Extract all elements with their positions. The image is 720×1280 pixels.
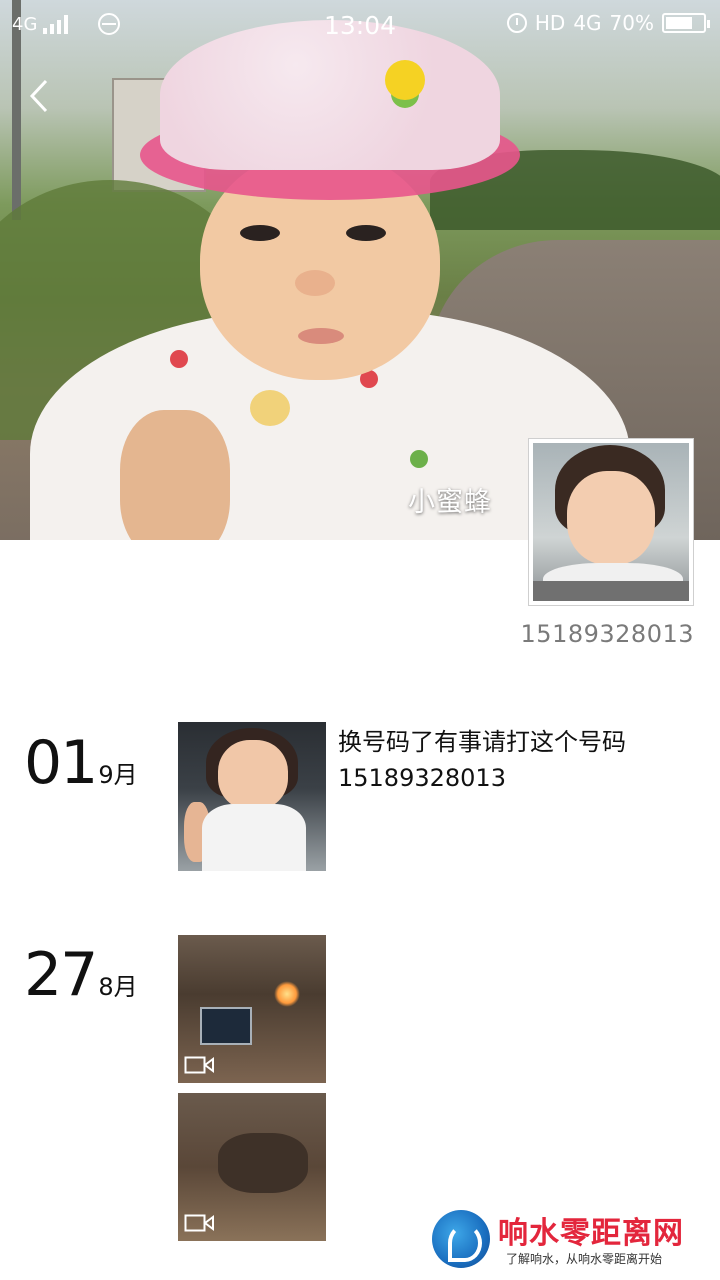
watermark-logo-icon	[432, 1210, 490, 1268]
post-video[interactable]	[178, 1093, 326, 1241]
post-day: 01	[24, 728, 98, 798]
post-text[interactable]: 换号码了有事请打这个号码15189328013	[338, 724, 698, 796]
post-day: 27	[24, 940, 98, 1010]
post-video[interactable]	[178, 935, 326, 1083]
hd-label: HD	[534, 11, 566, 35]
hand	[120, 410, 230, 540]
chevron-left-icon	[29, 79, 48, 113]
post-month: 9月	[98, 761, 138, 789]
video-camera-icon	[184, 1214, 214, 1232]
baby-figure	[30, 20, 630, 540]
back-button[interactable]	[24, 78, 58, 114]
watermark-title: 响水零距离网	[498, 1216, 684, 1251]
battery-percent: 70%	[609, 11, 654, 35]
post-date: 01 9月	[24, 728, 138, 798]
network-type-right: 4G	[573, 11, 602, 35]
post-photo[interactable]	[178, 722, 326, 871]
post-month: 8月	[98, 973, 138, 1001]
status-bar: 4G 13:04 HD 4G 70%	[0, 0, 720, 50]
hat-flower	[385, 60, 425, 100]
post-date: 27 8月	[24, 940, 138, 1010]
profile-name: 小蜜蜂	[408, 487, 492, 518]
alarm-icon	[506, 13, 527, 33]
watermark: 响水零距离网 了解响水，从响水零距离开始	[432, 1208, 720, 1280]
avatar[interactable]	[528, 438, 694, 606]
video-camera-icon	[184, 1056, 214, 1074]
battery-icon	[662, 13, 710, 33]
watermark-subtitle: 了解响水，从响水零距离开始	[506, 1252, 663, 1266]
profile-phone: 15189328013	[520, 620, 694, 648]
